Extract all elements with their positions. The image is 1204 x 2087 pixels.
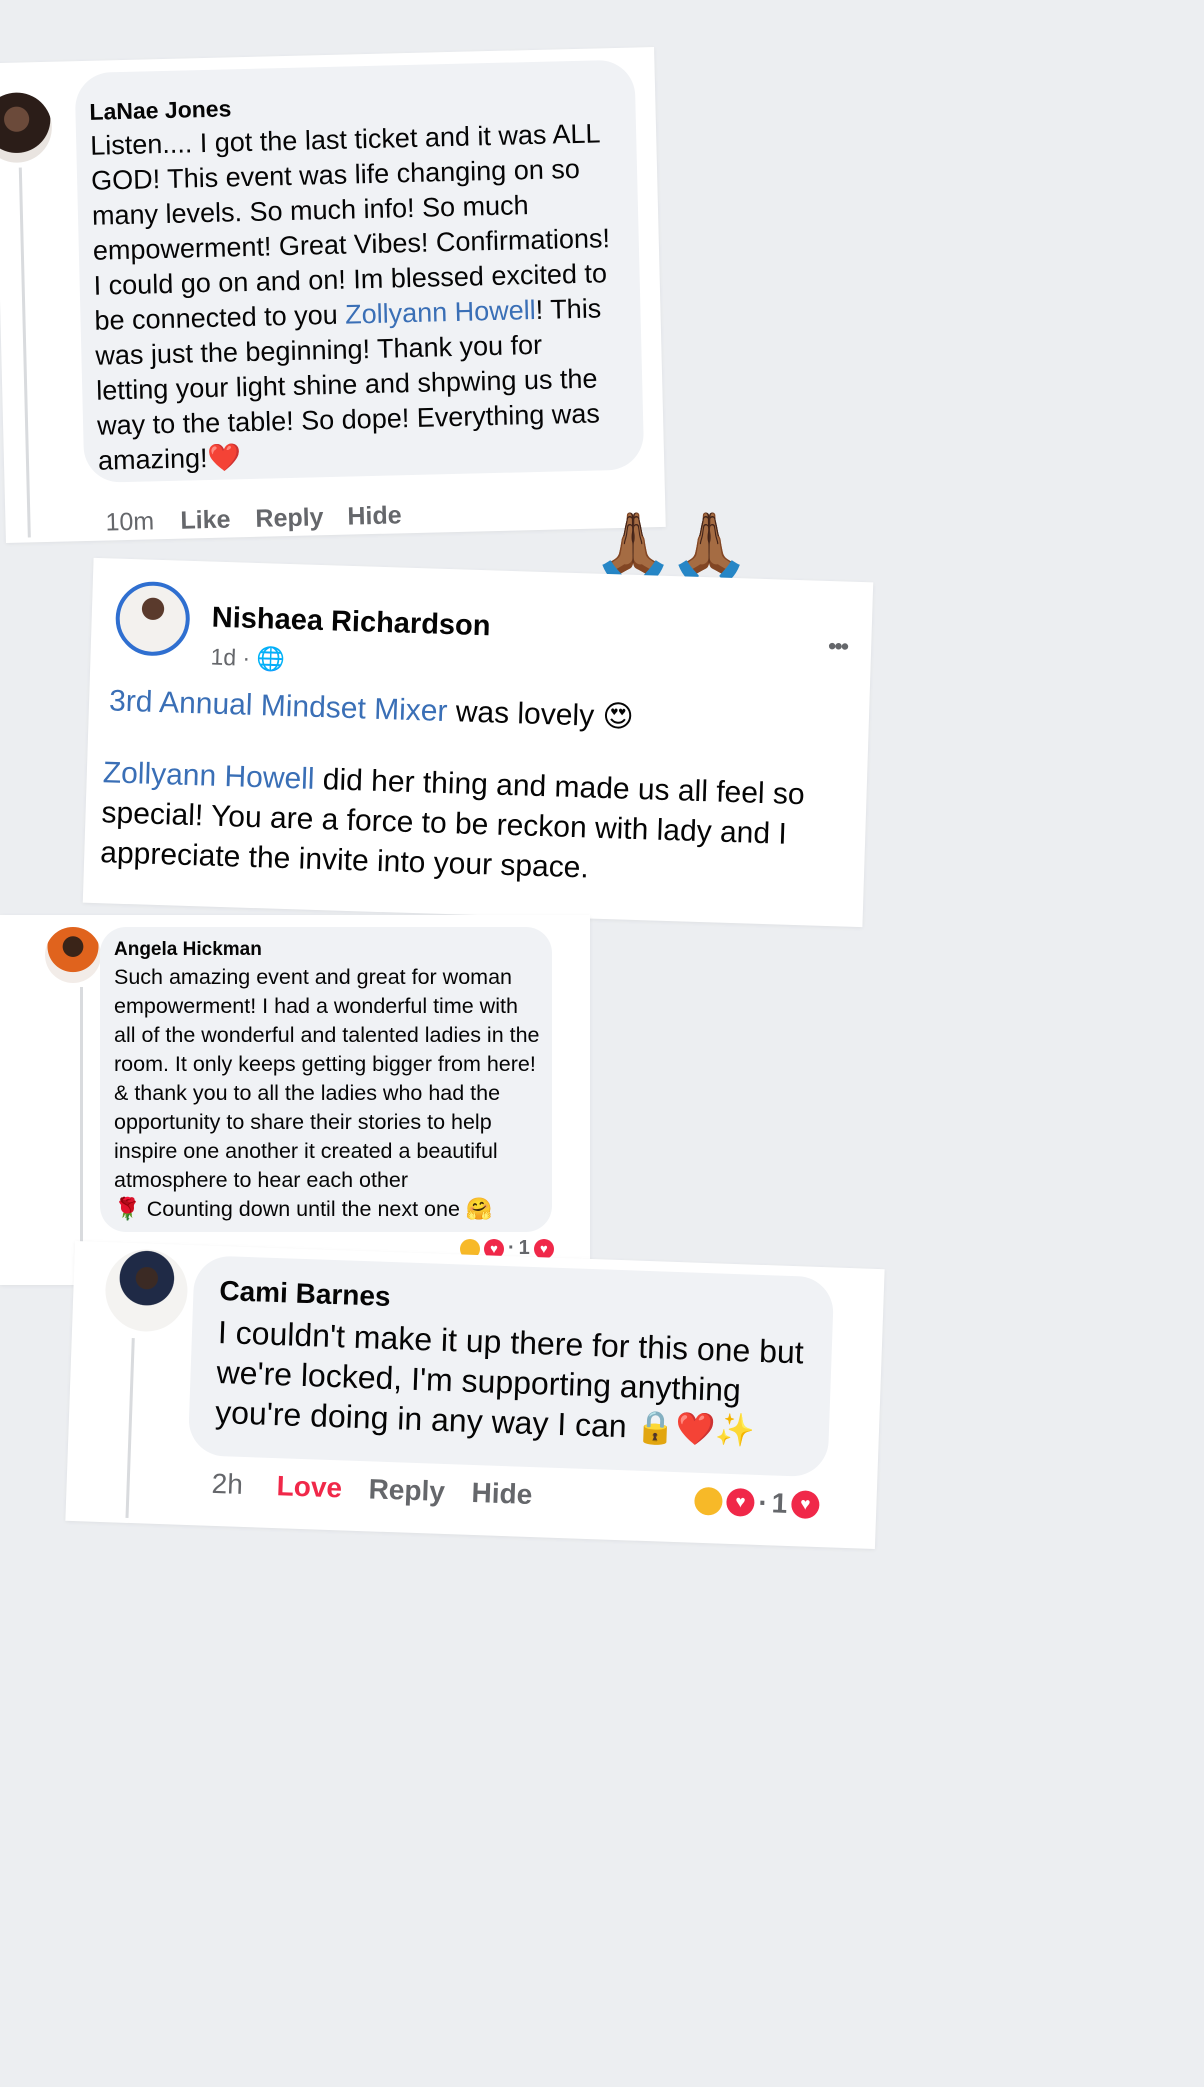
rose-emoji: 🌹 [114, 1197, 141, 1222]
comment-text: I couldn't make it up there for this one… [214, 1314, 805, 1450]
globe-icon: 🌐 [256, 646, 286, 673]
lock-heart-sparkle-emojis: 🔒❤️✨ [634, 1407, 756, 1450]
post-author[interactable]: Nishaea Richardson [211, 602, 491, 644]
reaction-summary[interactable]: ♥ · 1 ♥ [693, 1485, 820, 1521]
post-paragraph-2: Zollyann Howell did her thing and made u… [99, 756, 806, 885]
heart-emoji: ❤️ [207, 442, 242, 475]
like-button[interactable]: Like [180, 506, 231, 536]
comment-card-angela: Angela Hickman Such amazing event and gr… [0, 915, 590, 1285]
love-reaction-icon: ♥ [533, 1238, 554, 1259]
post-card: Nishaea Richardson 1d · 🌐 ••• 3rd Annual… [82, 557, 874, 928]
comment-author[interactable]: Angela Hickman [114, 937, 540, 963]
post-line-1: 3rd Annual Mindset Mixer was lovely 😍 [108, 684, 635, 735]
post-time[interactable]: 1d [210, 644, 236, 671]
thread-line [80, 987, 83, 1277]
love-reaction-icon: ♥ [725, 1487, 755, 1517]
comment-text: Listen.... I got the last ticket and it … [89, 118, 611, 476]
avatar[interactable] [0, 91, 53, 164]
heart-eyes-emoji: 😍 [601, 698, 635, 735]
comment-bubble: LaNae Jones Listen.... I got the last ti… [74, 59, 645, 484]
comment-bubble: Angela Hickman Such amazing event and gr… [100, 927, 552, 1232]
thread-line [125, 1337, 135, 1518]
comment-card-lanae: LaNae Jones Listen.... I got the last ti… [0, 47, 666, 543]
comment-time[interactable]: 2h [211, 1468, 243, 1501]
reply-button[interactable]: Reply [368, 1473, 445, 1508]
hide-button[interactable]: Hide [471, 1477, 533, 1511]
avatar[interactable] [104, 1248, 189, 1333]
care-reaction-icon [693, 1486, 723, 1516]
post-avatar[interactable] [114, 580, 191, 657]
mention-link[interactable]: Zollyann Howell [102, 756, 315, 796]
reply-button[interactable]: Reply [255, 503, 324, 534]
reaction-count: 1 [771, 1487, 788, 1519]
love-button[interactable]: Love [276, 1470, 342, 1504]
comment-text: Such amazing event and great for woman e… [114, 965, 540, 1222]
hide-button[interactable]: Hide [347, 501, 402, 531]
comment-bubble: Cami Barnes I couldn't make it up there … [187, 1255, 835, 1478]
more-options-icon[interactable]: ••• [828, 633, 848, 662]
comment-card-cami: Cami Barnes I couldn't make it up there … [65, 1240, 885, 1550]
comment-time[interactable]: 10m [105, 507, 154, 537]
mention-link[interactable]: Zollyann Howell [345, 295, 536, 330]
thread-line [18, 167, 31, 538]
event-link[interactable]: 3rd Annual Mindset Mixer [109, 684, 448, 728]
love-reaction-icon: ♥ [790, 1490, 820, 1520]
avatar[interactable] [45, 927, 101, 983]
hug-emoji: 🤗 [465, 1197, 493, 1222]
post-meta: 1d · 🌐 [210, 643, 286, 673]
